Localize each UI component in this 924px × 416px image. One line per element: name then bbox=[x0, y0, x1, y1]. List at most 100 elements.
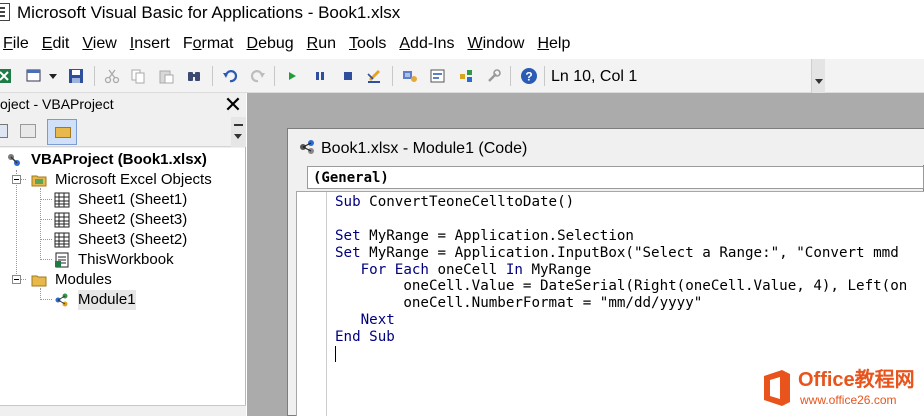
object-browser-icon[interactable] bbox=[458, 68, 474, 84]
code-line: Set MyRange = Application.InputBox("Sele… bbox=[335, 245, 907, 262]
project-explorer-icon[interactable] bbox=[402, 68, 418, 84]
tree-item-modules[interactable]: Modules bbox=[0, 270, 240, 290]
toolbox-icon[interactable] bbox=[486, 68, 502, 84]
code-keyword: Sub bbox=[335, 194, 361, 210]
toggle-folders-button[interactable] bbox=[47, 119, 77, 145]
code-token: MyRange = Application.InputBox("Select a… bbox=[360, 244, 899, 261]
worksheet-icon bbox=[54, 212, 70, 228]
code-line: oneCell.NumberFormat = "mm/dd/yyyy" bbox=[335, 295, 907, 312]
toolbar-separator bbox=[94, 66, 95, 86]
tree-label-sheet3: Sheet3 (Sheet2) bbox=[78, 231, 188, 248]
collapse-icon[interactable] bbox=[12, 175, 21, 184]
tree-label-module1: Module1 bbox=[78, 290, 136, 310]
code-line: Set MyRange = Application.Selection bbox=[335, 228, 907, 245]
tree-item-thisworkbook[interactable]: ThisWorkbook bbox=[0, 250, 240, 270]
menu-edit[interactable]: Edit bbox=[42, 29, 70, 59]
tree-item-sheet1[interactable]: Sheet1 (Sheet1) bbox=[0, 190, 240, 210]
menu-debug[interactable]: Debug bbox=[247, 29, 294, 59]
tree-item-project[interactable]: VBAProject (Book1.xlsx) bbox=[0, 150, 240, 170]
project-tree: VBAProject (Book1.xlsx) Microsoft Excel … bbox=[0, 148, 245, 416]
worksheet-icon bbox=[54, 192, 70, 208]
save-icon[interactable] bbox=[68, 68, 84, 84]
tree-item-excel-objects[interactable]: Microsoft Excel Objects bbox=[0, 170, 240, 190]
standard-toolbar: ? Ln 10, Col 1 bbox=[0, 59, 924, 93]
menu-help[interactable]: Help bbox=[537, 29, 570, 59]
window-title: Microsoft Visual Basic for Applications … bbox=[17, 3, 401, 22]
toolbar-separator bbox=[510, 66, 511, 86]
tree-item-sheet2[interactable]: Sheet2 (Sheet3) bbox=[0, 210, 240, 230]
tree-item-module1[interactable]: Module1 bbox=[0, 290, 240, 310]
tree-label-sheet1: Sheet1 (Sheet1) bbox=[78, 191, 188, 208]
toolbar-separator bbox=[392, 66, 393, 86]
code-line: Next bbox=[335, 312, 907, 329]
text-caret bbox=[335, 346, 336, 362]
watermark: Office教程网 www.office26.com bbox=[760, 366, 924, 416]
cut-icon[interactable] bbox=[104, 68, 120, 84]
close-icon[interactable]: ✕ bbox=[222, 94, 244, 116]
project-explorer-title: oject - VBAProject bbox=[0, 96, 114, 112]
code-window-icon bbox=[300, 140, 314, 154]
code-margin bbox=[297, 192, 327, 416]
tree-label-project: VBAProject (Book1.xlsx) bbox=[31, 151, 207, 168]
code-token: MyRange bbox=[522, 261, 592, 278]
code-window-title: Book1.xlsx - Module1 (Code) bbox=[321, 140, 528, 157]
chevron-down-icon[interactable] bbox=[48, 68, 58, 84]
code-keyword: Set bbox=[335, 244, 361, 261]
cursor-position-readout: Ln 10, Col 1 bbox=[551, 68, 638, 85]
code-token: ConvertTeoneCelltoDate() bbox=[360, 194, 575, 210]
view-object-button[interactable] bbox=[20, 124, 36, 138]
worksheet-icon bbox=[54, 232, 70, 248]
menu-window[interactable]: Window bbox=[468, 29, 525, 59]
view-excel-icon[interactable] bbox=[0, 68, 12, 84]
find-icon[interactable] bbox=[186, 68, 202, 84]
copy-icon[interactable] bbox=[130, 68, 146, 84]
code-token: oneCell.Value = DateSerial(Right(oneCell… bbox=[335, 278, 908, 295]
menu-format[interactable]: Format bbox=[183, 29, 234, 59]
undo-icon[interactable] bbox=[222, 68, 238, 84]
insert-module-icon[interactable] bbox=[26, 68, 42, 84]
menu-tools[interactable]: Tools bbox=[349, 29, 386, 59]
toolbar-options-button[interactable] bbox=[811, 59, 825, 93]
paste-icon[interactable] bbox=[158, 68, 174, 84]
object-dropdown-value: (General) bbox=[313, 170, 389, 186]
pane-scroll-button[interactable] bbox=[231, 117, 246, 147]
help-icon[interactable]: ? bbox=[520, 67, 538, 85]
tree-label-thisworkbook: ThisWorkbook bbox=[78, 251, 174, 268]
project-explorer-header: oject - VBAProject ✕ bbox=[0, 93, 246, 117]
toolbar-separator bbox=[544, 66, 545, 86]
code-token: MyRange = Application.Selection bbox=[360, 227, 634, 244]
folder-icon bbox=[31, 275, 47, 287]
collapse-icon[interactable] bbox=[12, 275, 21, 284]
object-dropdown[interactable]: (General) bbox=[307, 166, 924, 189]
window-titlebar: Microsoft Visual Basic for Applications … bbox=[0, 0, 924, 28]
code-window-titlebar: Book1.xlsx - Module1 (Code) bbox=[288, 129, 924, 165]
redo-icon[interactable] bbox=[250, 68, 266, 84]
toolbar-separator bbox=[274, 66, 275, 86]
design-mode-icon[interactable] bbox=[366, 68, 382, 84]
properties-icon[interactable] bbox=[430, 68, 446, 84]
run-icon[interactable] bbox=[284, 68, 300, 84]
code-text[interactable]: Sub ConvertTeoneCelltoDate() Set MyRange… bbox=[335, 194, 907, 346]
vba-project-icon bbox=[8, 154, 20, 166]
break-icon[interactable] bbox=[312, 68, 328, 84]
code-line: oneCell.Value = DateSerial(Right(oneCell… bbox=[335, 278, 907, 295]
pane-splitter[interactable] bbox=[0, 405, 246, 416]
reset-icon[interactable] bbox=[340, 68, 356, 84]
svg-text:?: ? bbox=[525, 70, 532, 84]
menu-add-ins[interactable]: Add-Ins bbox=[399, 29, 454, 59]
menu-run[interactable]: Run bbox=[307, 29, 336, 59]
project-explorer-toolbar bbox=[0, 117, 246, 147]
code-keyword: For Each bbox=[360, 261, 429, 278]
menu-file[interactable]: File bbox=[3, 29, 29, 59]
folder-icon bbox=[55, 127, 71, 138]
tree-item-sheet3[interactable]: Sheet3 (Sheet2) bbox=[0, 230, 240, 250]
view-code-button[interactable] bbox=[0, 124, 8, 138]
menu-insert[interactable]: Insert bbox=[130, 29, 170, 59]
module-icon bbox=[55, 293, 68, 307]
vba-app-icon bbox=[0, 3, 10, 21]
project-explorer-pane: oject - VBAProject ✕ VBAProject (Book1.x… bbox=[0, 93, 246, 416]
menu-view[interactable]: View bbox=[82, 29, 116, 59]
code-line: Sub ConvertTeoneCelltoDate() bbox=[335, 194, 907, 211]
